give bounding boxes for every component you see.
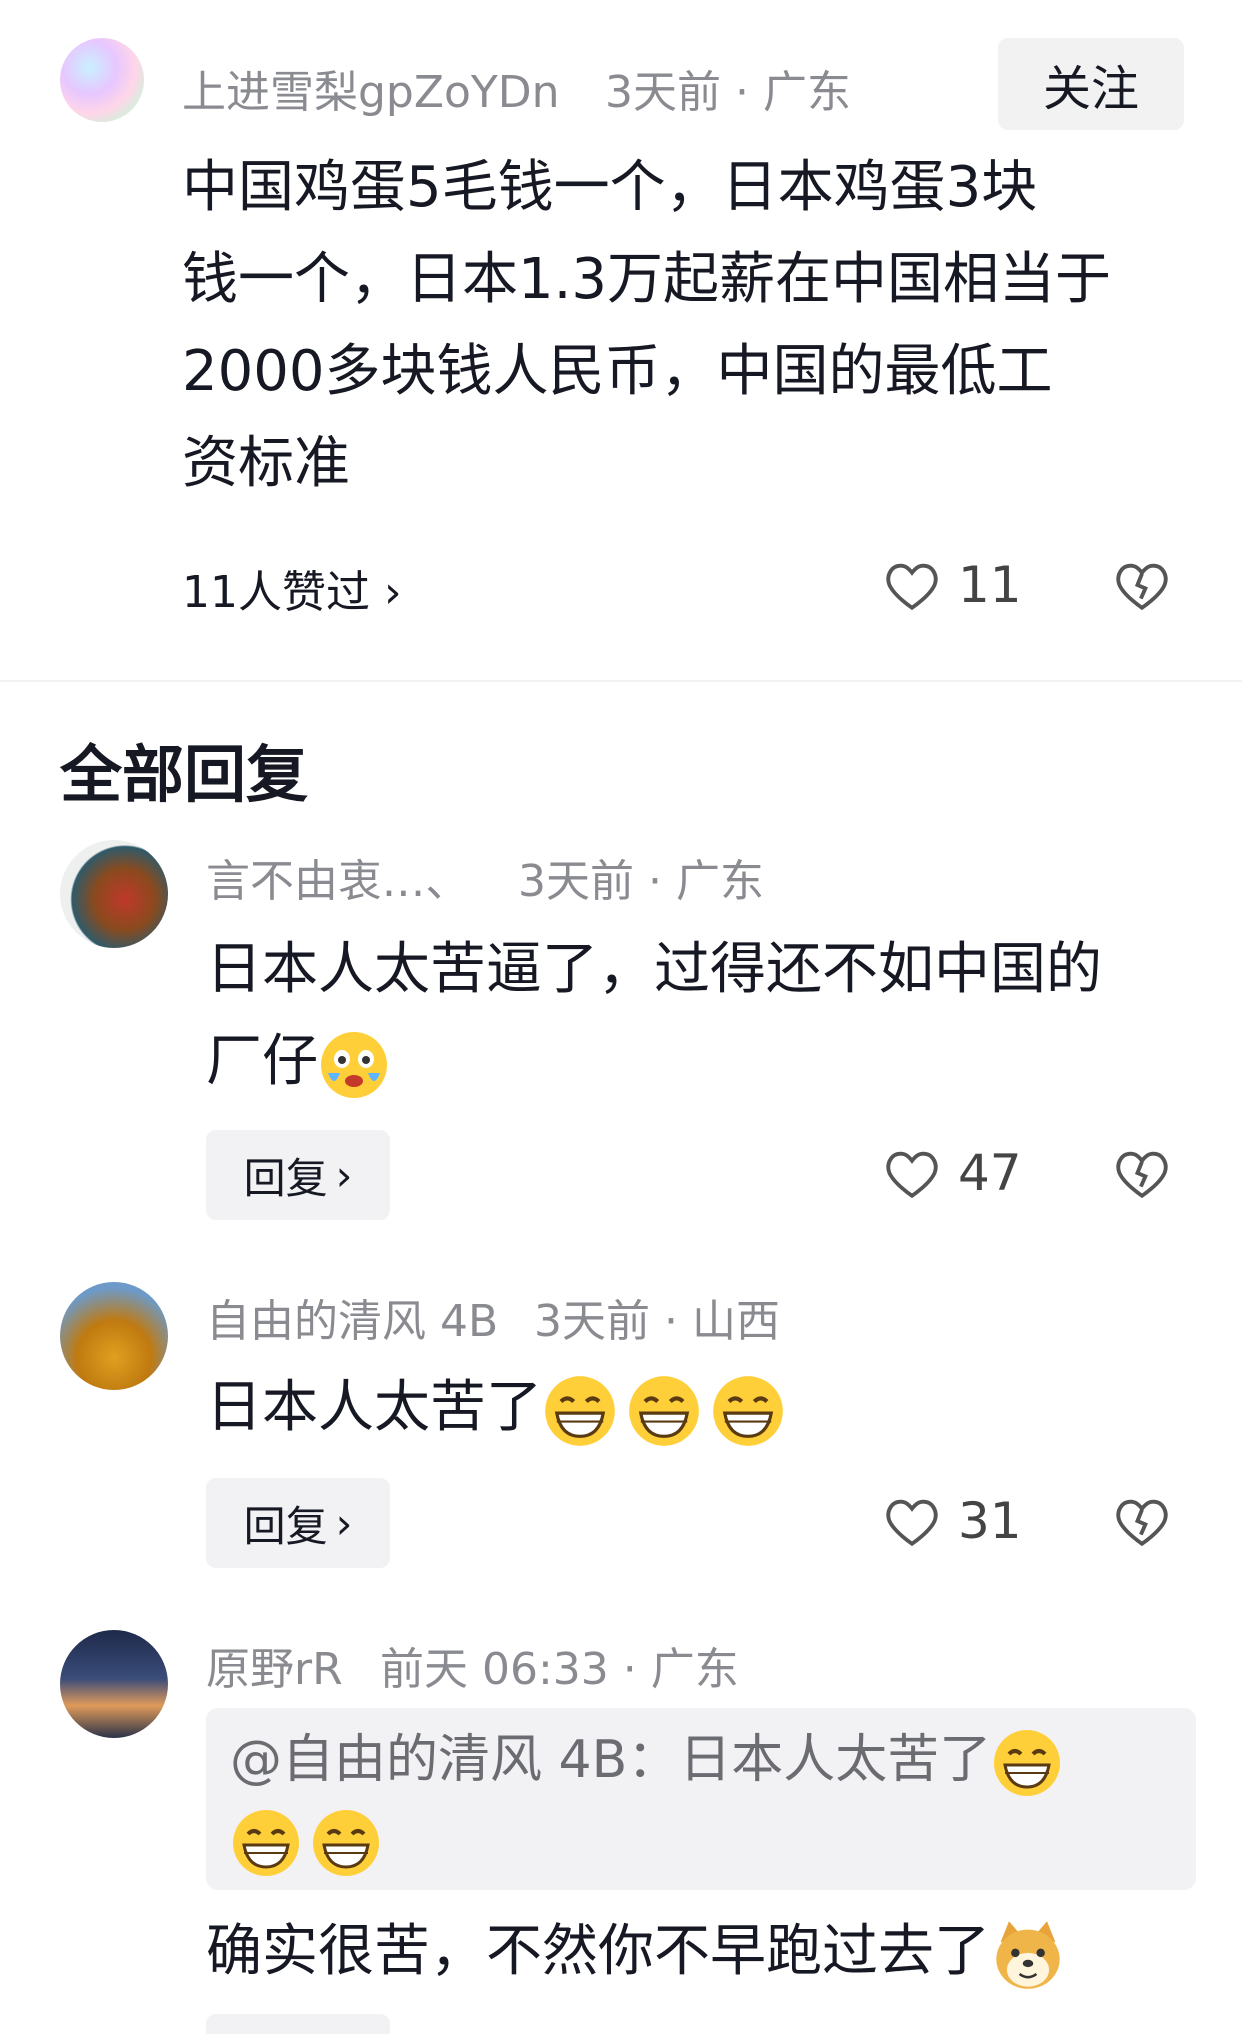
heart-outline-icon xyxy=(886,1499,938,1546)
broken-heart-icon[interactable] xyxy=(1114,1148,1170,1198)
reply-2-username[interactable]: 自由的清风 4B xyxy=(206,1285,498,1349)
reply-1-text-line-2-text: 厂仔 xyxy=(206,1029,318,1094)
grinning-emoji-icon xyxy=(233,1810,299,1876)
main-comment-username[interactable]: 上进雪梨gpZoYDn xyxy=(182,56,560,120)
main-comment-like-button[interactable]: 11 xyxy=(884,556,1022,614)
reply-1-reply-label: 回复 xyxy=(243,1153,328,1203)
reply-1-text-line-1: 日本人太苦逼了，过得还不如中国的 xyxy=(206,937,1102,1002)
main-comment-line-2: 钱一个，日本1.3万起薪在中国相当于 xyxy=(182,247,1112,312)
crying-emoji-icon xyxy=(321,1031,387,1098)
reply-3-reply-button-partial[interactable] xyxy=(206,2014,390,2034)
main-comment-avatar[interactable] xyxy=(60,38,144,122)
doge-emoji-icon xyxy=(996,1921,1060,1989)
grinning-emoji-icon xyxy=(545,1376,615,1446)
reply-3-username[interactable]: 原野rR xyxy=(206,1633,343,1697)
reply-2-time-location: 3天前 · 山西 xyxy=(534,1296,780,1347)
reply-3-time-location: 前天 06:33 · 广东 xyxy=(380,1644,739,1695)
main-comment-like-count: 11 xyxy=(958,556,1022,614)
reply-2-like-button[interactable]: 31 xyxy=(884,1492,1022,1550)
reply-3-avatar[interactable] xyxy=(60,1630,168,1738)
reply-2-avatar[interactable] xyxy=(60,1282,168,1390)
replies-header: 全部回复 xyxy=(60,738,309,811)
reply-1-text-line-2: 厂仔 xyxy=(206,1016,1196,1108)
reply-3-quote-text: @自由的清风 4B：日本人太苦了 xyxy=(230,1720,1170,1880)
main-comment-text: 中国鸡蛋5毛钱一个，日本鸡蛋3块 钱一个，日本1.3万起薪在中国相当于 2000… xyxy=(182,142,1202,510)
reply-2-text: 日本人太苦了 xyxy=(206,1362,1196,1454)
reply-2-text-content: 日本人太苦了 xyxy=(206,1375,542,1440)
grinning-emoji-icon xyxy=(713,1376,783,1446)
main-comment-line-4: 资标准 xyxy=(182,431,350,496)
reply-2-reply-label: 回复 xyxy=(243,1501,328,1551)
reply-1-like-count: 47 xyxy=(958,1144,1022,1202)
grinning-emoji-icon xyxy=(313,1810,379,1876)
chevron-right-icon: › xyxy=(335,1150,353,1200)
grinning-emoji-icon xyxy=(629,1376,699,1446)
main-comment-line-3: 2000多块钱人民币，中国的最低工 xyxy=(182,339,1053,404)
reply-1-reply-button[interactable]: 回复 › xyxy=(206,1130,390,1220)
heart-outline-icon xyxy=(886,563,938,610)
grinning-emoji-icon xyxy=(994,1730,1061,1796)
reply-1-text: 日本人太苦逼了，过得还不如中国的 厂仔 xyxy=(206,924,1196,1108)
section-divider xyxy=(0,680,1242,682)
reply-1-like-button[interactable]: 47 xyxy=(884,1144,1022,1202)
reply-3-text: 确实很苦，不然你不早跑过去了 xyxy=(206,1906,1196,1998)
broken-heart-icon[interactable] xyxy=(1114,1496,1170,1546)
main-comment-time-location: 3天前 · 广东 xyxy=(605,67,851,118)
reply-3-text-content: 确实很苦，不然你不早跑过去了 xyxy=(206,1919,990,1984)
follow-button[interactable]: 关注 xyxy=(998,38,1184,130)
reply-3-quote-content: @自由的清风 4B：日本人太苦了 xyxy=(230,1730,992,1790)
reply-2-reply-button[interactable]: 回复 › xyxy=(206,1478,390,1568)
heart-outline-icon xyxy=(886,1151,938,1198)
chevron-right-icon: › xyxy=(335,1498,353,1548)
likers-link[interactable]: 11人赞过 › xyxy=(182,556,402,620)
reply-2-like-count: 31 xyxy=(958,1492,1022,1550)
reply-1-avatar[interactable] xyxy=(60,840,168,948)
reply-1-username[interactable]: 言不由衷.‥、 xyxy=(206,845,469,909)
broken-heart-icon[interactable] xyxy=(1114,560,1170,610)
main-comment-line-1: 中国鸡蛋5毛钱一个，日本鸡蛋3块 xyxy=(182,155,1038,220)
reply-3-quote-box[interactable]: @自由的清风 4B：日本人太苦了 xyxy=(206,1708,1196,1890)
reply-1-time-location: 3天前 · 广东 xyxy=(518,856,764,907)
